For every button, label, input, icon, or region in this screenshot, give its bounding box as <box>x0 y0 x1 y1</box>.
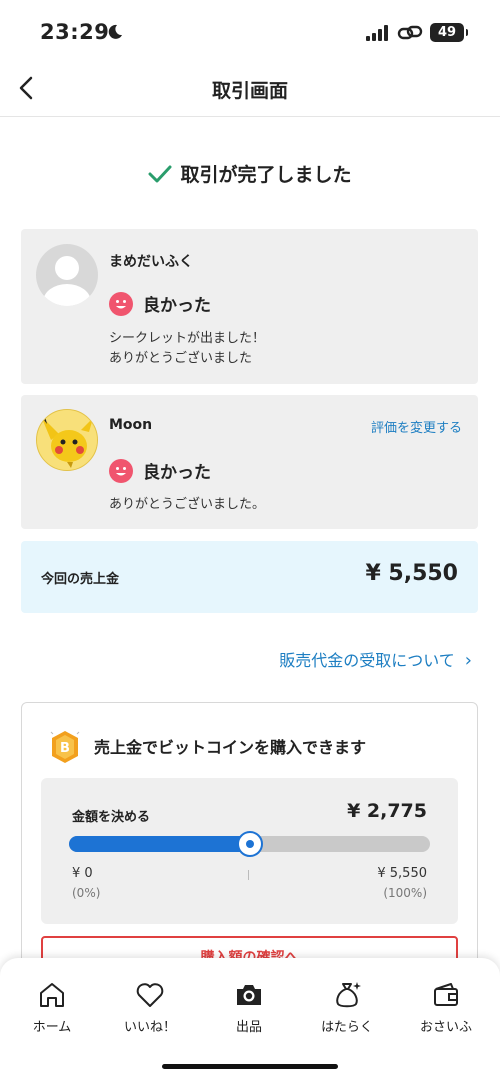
sales-receipt-info-link[interactable]: 販売代金の受取について › <box>279 647 472 671</box>
home-icon <box>40 983 64 1007</box>
rating-row: 良かった <box>109 291 211 316</box>
tab-wallet[interactable]: おさいふ <box>396 980 496 1035</box>
tab-work[interactable]: はたらく <box>297 980 397 1035</box>
sales-label: 今回の売上金 <box>41 572 120 587</box>
slider-handle[interactable] <box>236 831 263 857</box>
review-comment: ありがとうございました。 <box>109 495 265 515</box>
avatar-buyer[interactable] <box>36 244 98 306</box>
tab-label: 出品 <box>235 1020 262 1035</box>
receive-link-label: 販売代金の受取について <box>279 651 455 670</box>
slider-min-value: ¥ 0 <box>72 866 93 881</box>
tab-label: ホーム <box>32 1020 72 1035</box>
review-card-buyer: まめだいふく 良かった シークレットが出ました！ ありがとうございました <box>21 229 478 384</box>
avatar-self[interactable] <box>36 409 98 471</box>
review-comment: シークレットが出ました！ ありがとうございました <box>109 329 265 369</box>
nav-bar: 取引画面 <box>0 60 500 117</box>
moon-icon <box>108 24 122 39</box>
rating-label: 良かった <box>143 463 211 483</box>
review-comment-line: ありがとうございました。 <box>109 497 266 512</box>
status-bar: 23:29 49 <box>0 0 500 60</box>
tab-label: おさいふ <box>419 1020 472 1035</box>
rating-label: 良かった <box>143 296 211 316</box>
slider-max-percent: (100%) <box>383 886 427 900</box>
wallet-icon <box>434 983 458 1006</box>
svg-text:B: B <box>60 741 70 756</box>
change-rating-link[interactable]: 評価を変更する <box>371 417 462 436</box>
amount-selector: 金額を決める ¥ 2,775 ¥ 0 (0%) ¥ 5,550 (100%) <box>41 778 458 924</box>
tab-label: はたらく <box>321 1020 373 1035</box>
smile-icon <box>109 458 133 483</box>
review-comment-line: シークレットが出ました！ <box>109 331 266 346</box>
heart-icon <box>136 983 164 1007</box>
reviewer-name: まめだいふく <box>109 254 193 270</box>
complete-text: 取引が完了しました <box>180 164 352 186</box>
default-user-icon <box>43 256 91 306</box>
status-time: 23:29 <box>40 20 110 44</box>
slider-fill <box>69 836 250 852</box>
smile-icon <box>109 291 133 316</box>
reviewer-name: Moon <box>109 417 153 433</box>
tab-likes[interactable]: いいね！ <box>100 980 200 1035</box>
amount-label: 金額を決める <box>72 810 151 825</box>
signal-icon <box>366 25 388 41</box>
transaction-complete-message: 取引が完了しました <box>0 160 500 187</box>
money-bag-icon <box>336 982 361 1008</box>
tab-home[interactable]: ホーム <box>2 980 102 1035</box>
sales-summary: 今回の売上金 ¥ 5,550 <box>21 541 478 613</box>
bottom-tab-bar: ホーム いいね！ 出品 はたらく おさいふ <box>0 958 500 1080</box>
pikachu-avatar-image <box>37 410 97 470</box>
amount-slider[interactable] <box>69 831 430 857</box>
slider-mid-tick <box>248 870 249 880</box>
review-card-self: Moon 評価を変更する 良かった ありがとうございました。 <box>21 395 478 529</box>
battery-indicator: 49 <box>430 23 468 42</box>
amount-value: ¥ 2,775 <box>347 800 427 822</box>
personal-hotspot-icon <box>397 25 423 40</box>
bitcoin-purchase-panel: B 売上金でビットコインを購入できます 金額を決める ¥ 2,775 ¥ 0 (… <box>21 702 478 982</box>
checkmark-icon <box>148 165 172 183</box>
rating-row: 良かった <box>109 458 211 483</box>
tab-sell[interactable]: 出品 <box>199 980 299 1035</box>
home-indicator <box>162 1064 338 1069</box>
sales-amount: ¥ 5,550 <box>365 561 458 586</box>
chevron-right-icon: › <box>464 650 472 671</box>
page-title: 取引画面 <box>211 80 288 102</box>
slider-max-value: ¥ 5,550 <box>377 866 427 881</box>
bitcoin-coin-icon: B <box>50 731 80 763</box>
tab-label: いいね！ <box>123 1020 176 1035</box>
slider-min-percent: (0%) <box>72 886 101 900</box>
review-comment-line: ありがとうございました <box>109 351 253 366</box>
camera-icon <box>237 985 261 1005</box>
bitcoin-title: 売上金でビットコインを購入できます <box>94 738 367 757</box>
